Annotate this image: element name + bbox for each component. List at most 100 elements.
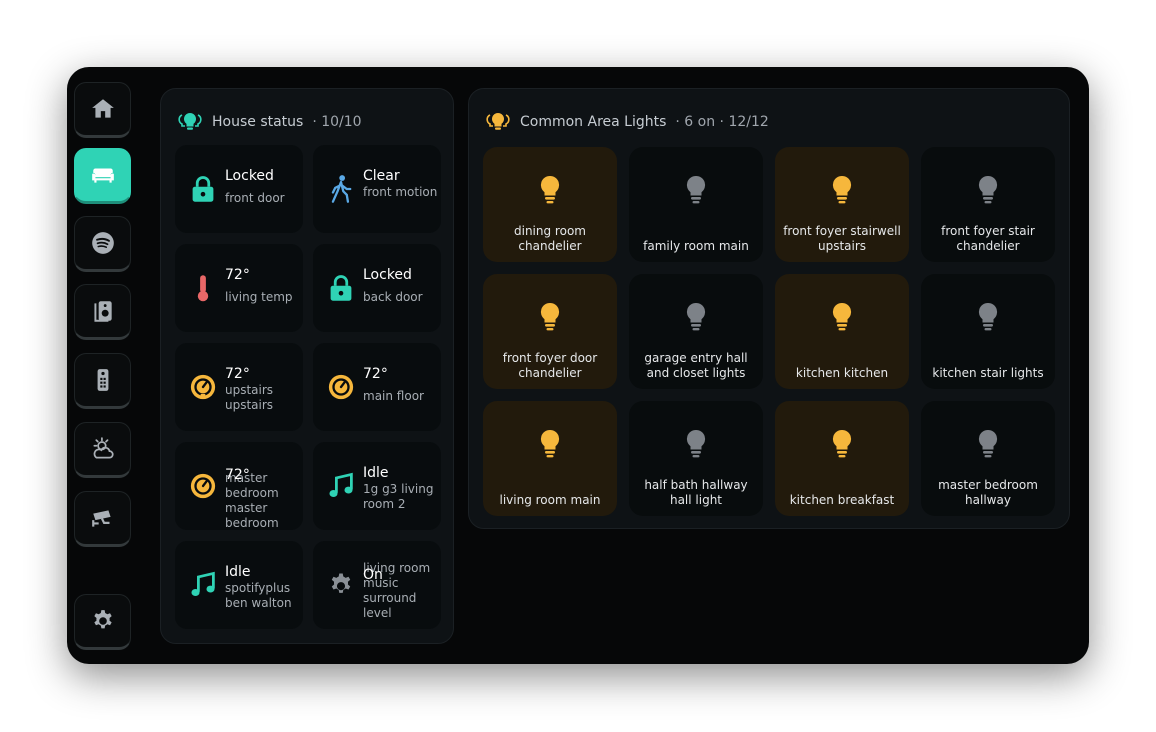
light-name: garage entry hall and closet lights [644,351,748,380]
walking-person-icon [331,175,352,203]
status-primary: On [363,567,383,583]
cctv-icon [91,510,111,527]
status-primary: 72° [225,366,250,382]
house-status-header: House status · 10/10 [177,111,362,133]
status-tile-main-floor-thermostat[interactable]: 72° main floor [313,343,441,431]
house-status-count: · 10/10 [312,114,362,130]
nav-spotify-button[interactable] [74,216,131,272]
music-note-icon [329,472,353,497]
nav-home-button[interactable] [74,82,131,138]
light-name: living room main [499,493,601,507]
dashboard-window: House status · 10/10 Locked front door C… [67,67,1089,664]
status-tile-spotify-player[interactable]: Idle spotifyplus ben walton [175,541,303,629]
light-name: master bedroom hallway [938,478,1038,507]
lightbulb-icon [686,175,706,204]
status-primary: Locked [363,267,412,283]
spotify-icon [91,232,114,254]
status-tile-master-bedroom-thermostat[interactable]: 72° master bedroom master bedroom [175,442,303,530]
lightbulb-icon [978,429,998,458]
lightbulb-icon [540,302,560,331]
light-name: kitchen kitchen [795,366,889,380]
lock-icon [330,275,352,301]
status-secondary: spotifyplus ben walton [225,581,292,610]
status-secondary: main floor [363,389,424,403]
light-tile[interactable]: front foyer stair chandelier [921,147,1055,262]
lightbulb-icon [978,302,998,331]
light-tile[interactable]: front foyer door chandelier [483,274,617,389]
status-tile-surround-level[interactable]: On living room music surround level [313,541,441,629]
lightbulb-icon [540,175,560,204]
status-primary: 72° [363,366,388,382]
status-secondary: living temp [225,290,293,304]
status-tile-upstairs-thermostat[interactable]: 72° upstairs upstairs [175,343,303,431]
speaker-icon [93,301,112,322]
light-tile[interactable]: dining room chandelier [483,147,617,262]
status-secondary: back door [363,290,423,304]
lightbulb-icon [832,429,852,458]
nav-speakers-button[interactable] [74,284,131,340]
thermostat-icon [190,374,216,400]
lightbulb-icon [832,302,852,331]
lightbulb-icon [686,302,706,331]
nav-weather-button[interactable] [74,422,131,478]
home-icon [91,99,114,118]
sofa-icon [91,168,114,183]
weather-icon [92,437,114,459]
status-primary: 72° [225,467,250,483]
status-tile-back-door[interactable]: Locked back door [313,244,441,332]
status-tile-front-motion[interactable]: Clear front motion [313,145,441,233]
light-tile[interactable]: front foyer stairwell upstairs [775,147,909,262]
status-tile-living-temp[interactable]: 72° living temp [175,244,303,332]
remote-icon [97,369,108,391]
status-secondary: front motion [363,185,438,199]
light-tile[interactable]: family room main [629,147,763,262]
gear-icon [93,610,112,629]
status-secondary: upstairs upstairs [225,383,274,412]
light-name: kitchen breakfast [789,493,895,507]
light-name: family room main [643,239,749,253]
common-lights-title: Common Area Lights [520,114,667,130]
gear-icon [331,573,351,593]
thermostat-icon [328,374,354,400]
light-name: front foyer door chandelier [502,351,598,380]
house-status-title: House status [212,114,304,130]
light-name: half bath hallway hall light [644,478,748,507]
common-lights-count: · 6 on · 12/12 [675,114,769,130]
nav-settings-button[interactable] [74,594,131,650]
nav-remote-button[interactable] [74,353,131,409]
thermostat-icon [190,473,216,499]
light-tile[interactable]: kitchen breakfast [775,401,909,516]
status-primary: Idle [363,465,389,481]
light-tile[interactable]: living room main [483,401,617,516]
light-tile[interactable]: kitchen kitchen [775,274,909,389]
common-area-lights-panel: Common Area Lights · 6 on · 12/12 dining… [468,88,1070,529]
light-tile[interactable]: kitchen stair lights [921,274,1055,389]
light-tile[interactable]: master bedroom hallway [921,401,1055,516]
status-secondary: 1g g3 living room 2 [363,482,434,511]
status-secondary: front door [225,191,285,205]
bulb-group-icon [486,112,510,130]
lightbulb-icon [686,429,706,458]
status-tile-living-room-2-player[interactable]: Idle 1g g3 living room 2 [313,442,441,530]
status-primary: Clear [363,168,400,184]
light-tile[interactable]: garage entry hall and closet lights [629,274,763,389]
status-primary: Locked [225,168,274,184]
lock-icon [192,176,214,202]
light-tile[interactable]: half bath hallway hall light [629,401,763,516]
music-note-icon [191,571,215,596]
light-name: dining room chandelier [514,224,586,253]
status-primary: 72° [225,267,250,283]
nav-cameras-button[interactable] [74,491,131,547]
nav-rooms-button[interactable] [74,148,131,204]
common-lights-header: Common Area Lights · 6 on · 12/12 [485,111,769,133]
status-tile-front-door[interactable]: Locked front door [175,145,303,233]
thermometer-icon [197,275,209,302]
bulb-group-icon [178,112,202,130]
lightbulb-icon [832,175,852,204]
status-primary: Idle [225,564,251,580]
light-name: kitchen stair lights [932,366,1044,380]
light-name: front foyer stairwell upstairs [783,224,901,253]
lightbulb-icon [978,175,998,204]
lightbulb-icon [540,429,560,458]
light-name: front foyer stair chandelier [941,224,1035,253]
